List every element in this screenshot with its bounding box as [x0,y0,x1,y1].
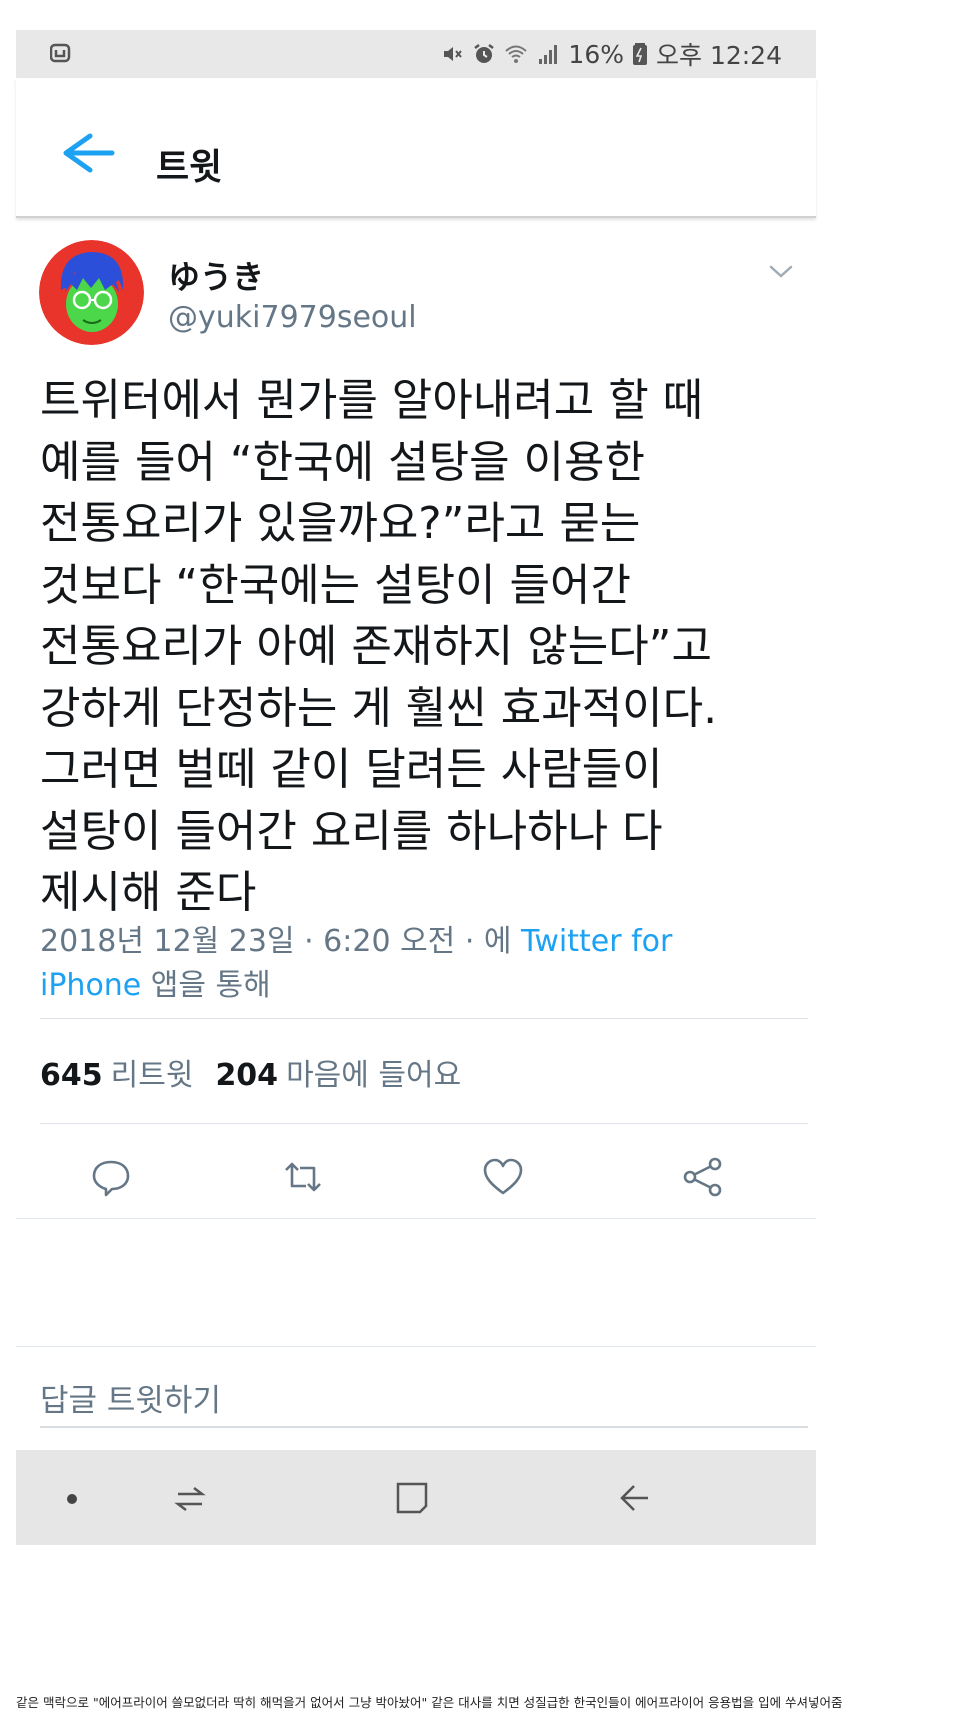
status-time: 오후 12:24 [656,41,782,70]
reply-input-underline [40,1426,808,1428]
divider [16,1218,816,1219]
wifi-icon [505,45,528,63]
phone-screen: 16% 오후 12:24 트윗 ゆうき @yuki7979seoul 트위터에서… [16,30,816,1673]
tweet-source-suffix: 앱을 통해 [141,968,271,1003]
tweet-stats: 645 리트윗 204 마음에 들어요 [40,1050,461,1094]
recent-apps-icon[interactable] [170,1478,210,1518]
reply-icon[interactable] [90,1156,132,1198]
share-icon[interactable] [682,1156,724,1198]
reply-input[interactable]: 답글 트윗하기 [40,1375,221,1420]
battery-percent: 16% [568,39,624,69]
retweet-label: 리트윗 [110,1058,194,1093]
user-handle[interactable]: @yuki7979seoul [168,300,417,335]
like-count: 204 [215,1058,279,1093]
tweet-text: 트위터에서 뭔가를 알아내려고 할 때 예를 들어 “한국에 설탕을 이용한 전… [40,375,718,918]
app-header: 트윗 [16,78,816,218]
like-icon[interactable] [482,1156,524,1198]
back-arrow-icon[interactable] [52,128,132,178]
status-bar-right: 16% 오후 12:24 [440,38,782,70]
retweet-stat[interactable]: 645 리트윗 [40,1050,193,1094]
display-name[interactable]: ゆうき [168,252,264,298]
divider [40,1123,808,1124]
mute-icon [444,47,463,61]
retweet-count: 645 [40,1058,103,1093]
tweet-timestamp: 2018년 12월 23일 · 6:20 오전 · 에 [40,924,522,959]
alarm-icon [474,44,495,63]
system-nav-bar [16,1450,816,1545]
signal-icon [539,45,558,64]
page-title: 트윗 [156,147,223,188]
home-icon[interactable] [392,1478,432,1518]
retweet-icon[interactable] [282,1156,324,1198]
chevron-down-icon[interactable] [768,262,794,282]
image-caption: 같은 맥락으로 "에어프라이어 쓸모없더라 딱히 해먹을거 없어서 그냥 박아놨… [16,1695,843,1710]
tweet-actions [16,1138,816,1214]
avatar[interactable] [39,240,144,345]
tweet-meta: 2018년 12월 23일 · 6:20 오전 · 에 Twitter for … [40,920,720,1008]
like-label: 마음에 들어요 [286,1058,462,1093]
app-notification-icon [50,43,71,63]
divider [40,1018,808,1019]
like-stat[interactable]: 204 마음에 들어요 [215,1050,461,1094]
battery-icon [633,43,647,65]
dot-icon[interactable] [52,1478,92,1518]
divider [16,1346,816,1347]
back-icon[interactable] [614,1478,654,1518]
status-bar: 16% 오후 12:24 [16,30,816,78]
